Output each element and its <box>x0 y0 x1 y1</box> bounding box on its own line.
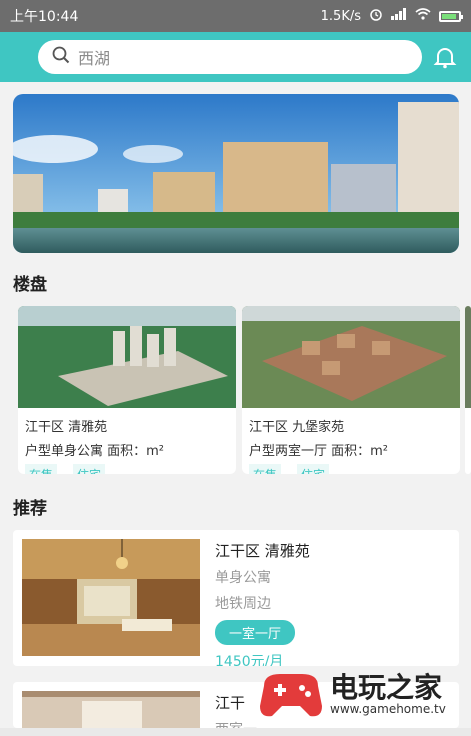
recommend-type: 单身公寓 <box>215 570 271 586</box>
status-tag: 在售 <box>25 464 58 474</box>
status-time: 上午10:44 <box>10 9 79 25</box>
battery-icon <box>439 10 463 22</box>
wifi-icon <box>415 8 431 24</box>
status-tag: 在售 <box>249 464 282 474</box>
property-image <box>18 306 236 408</box>
alarm-icon <box>369 7 383 25</box>
watermark-url: www.gamehome.tv <box>330 702 446 716</box>
watermark-name: 电玩之家 <box>330 671 443 704</box>
layout-pill: 一室一厅 <box>215 620 296 645</box>
top-header: 西湖 <box>0 32 471 82</box>
search-bar[interactable]: 西湖 <box>38 40 422 74</box>
type-tag: 住宅 <box>73 464 106 474</box>
bottom-nav-edge <box>0 728 471 736</box>
status-icons: 1.5K/s <box>320 7 463 25</box>
search-input[interactable]: 西湖 <box>78 45 110 69</box>
property-location: 江干区 九堡家苑 <box>249 420 345 435</box>
property-detail: 户型单身公寓 面积：m² <box>25 444 165 459</box>
property-image <box>465 306 471 408</box>
property-card-partial[interactable] <box>465 306 471 474</box>
property-card[interactable]: 江干区 九堡家苑 户型两室一厅 面积：m² 在售 住宅 <box>242 306 460 474</box>
properties-heading: 楼盘 <box>13 275 47 295</box>
watermark: 电玩之家 www.gamehome.tv <box>250 664 466 724</box>
recommend-feature: 地铁周边 <box>215 596 271 612</box>
gamepad-logo-icon <box>260 674 322 717</box>
status-bar: 上午10:44 1.5K/s <box>0 0 471 32</box>
network-speed: 1.5K/s <box>320 8 361 24</box>
room-image <box>22 539 200 656</box>
type-tag: 住宅 <box>297 464 330 474</box>
property-detail: 户型两室一厅 面积：m² <box>249 444 389 459</box>
room-image <box>22 691 200 728</box>
property-card[interactable]: 江干区 清雅苑 户型单身公寓 面积：m² 在售 住宅 <box>18 306 236 474</box>
property-carousel[interactable]: 江干区 清雅苑 户型单身公寓 面积：m² 在售 住宅 江干区 九堡家苑 户型两室… <box>0 306 471 476</box>
search-icon <box>52 46 70 68</box>
property-image <box>242 306 460 408</box>
recommend-title: 江干区 清雅苑 <box>215 542 310 560</box>
recommend-heading: 推荐 <box>13 499 47 519</box>
bell-icon[interactable] <box>433 45 457 73</box>
banner-image[interactable] <box>13 94 459 253</box>
recommend-item[interactable]: 江干区 清雅苑 单身公寓 地铁周边 一室一厅 1450元/月 <box>13 530 459 666</box>
signal-icon <box>391 8 407 24</box>
property-location: 江干区 清雅苑 <box>25 420 108 435</box>
